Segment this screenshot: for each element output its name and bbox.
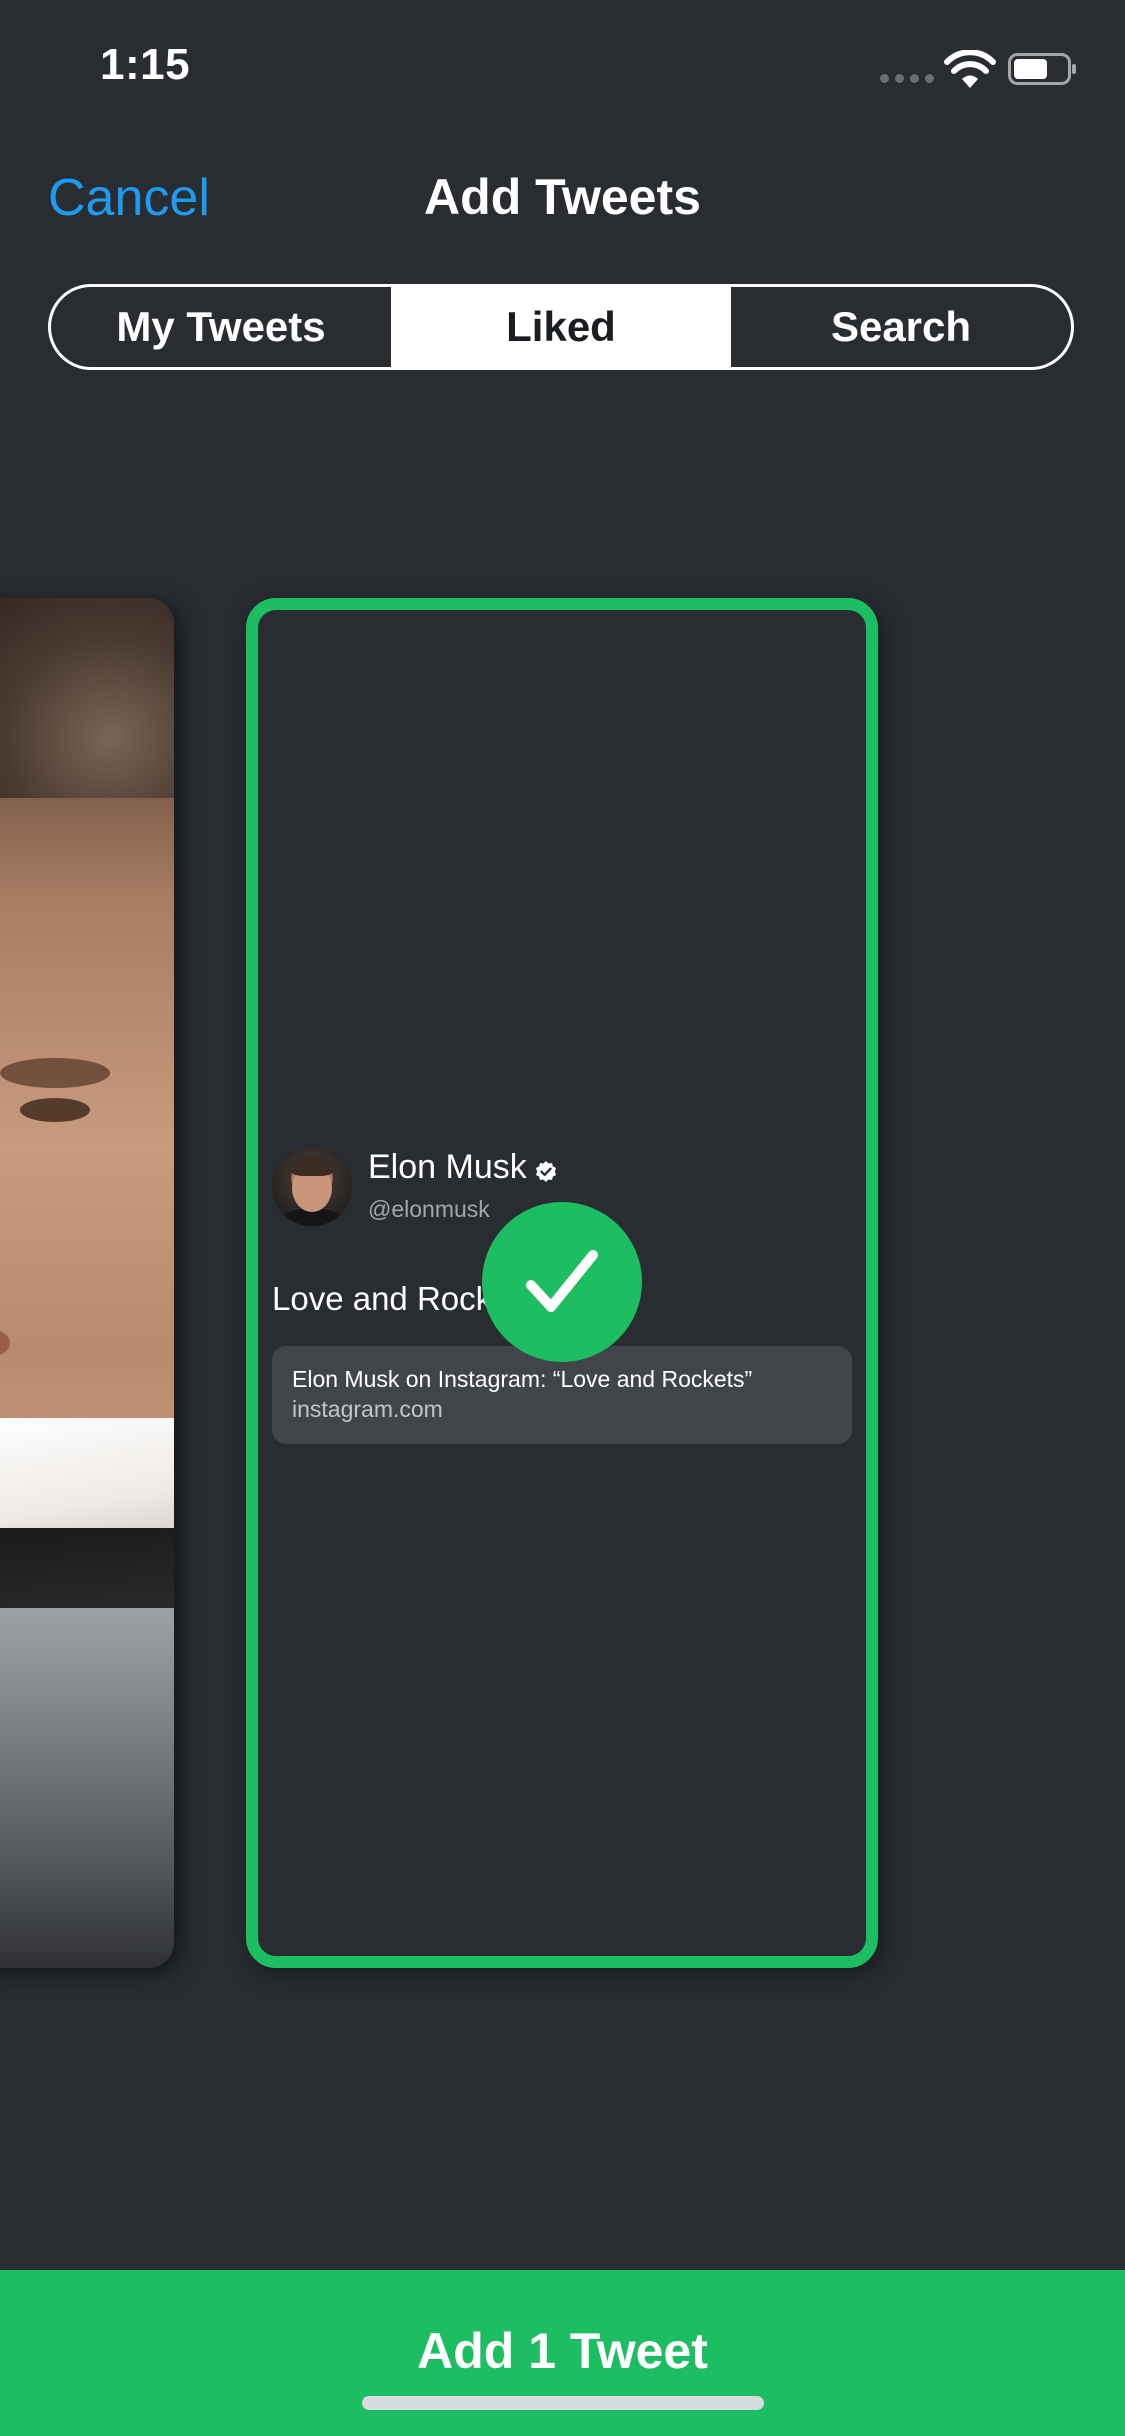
author-name: Elon Musk <box>368 1148 527 1186</box>
previous-tweet-card[interactable] <box>0 598 174 1968</box>
wifi-icon <box>944 50 996 88</box>
photo-brow-region <box>0 1058 110 1088</box>
page-title: Add Tweets <box>424 169 701 225</box>
photo-tie-region <box>0 1528 174 1608</box>
avatar <box>272 1146 352 1226</box>
signal-icon <box>880 74 934 83</box>
add-tweets-button-label: Add 1 Tweet <box>417 2323 708 2379</box>
status-time: 1:15 <box>100 40 191 89</box>
photo-hair-region <box>0 598 174 798</box>
selected-checkmark-badge <box>482 1202 642 1362</box>
tab-my-tweets[interactable]: My Tweets <box>51 287 391 367</box>
checkmark-icon <box>526 1250 598 1312</box>
link-domain: instagram.com <box>292 1396 443 1422</box>
tweet-source-segmented-control: My Tweets Liked Search <box>48 284 1074 370</box>
add-tweets-screen: 1:15 Cancel Add Tweets My Tweets Liked S… <box>0 0 1125 2436</box>
photo-eye-region <box>20 1098 90 1122</box>
photo-jacket-region <box>0 1608 174 1968</box>
tab-liked[interactable]: Liked <box>391 287 731 367</box>
author-handle: @elonmusk <box>368 1196 490 1222</box>
tab-search[interactable]: Search <box>731 287 1071 367</box>
home-indicator <box>362 2396 764 2410</box>
tweet-text: Love and Rock <box>272 1280 493 1317</box>
battery-icon <box>1008 53 1076 85</box>
photo-mouth-region <box>0 1328 10 1358</box>
verified-icon <box>536 1161 556 1182</box>
link-title: Elon Musk on Instagram: “Love and Rocket… <box>292 1366 753 1392</box>
